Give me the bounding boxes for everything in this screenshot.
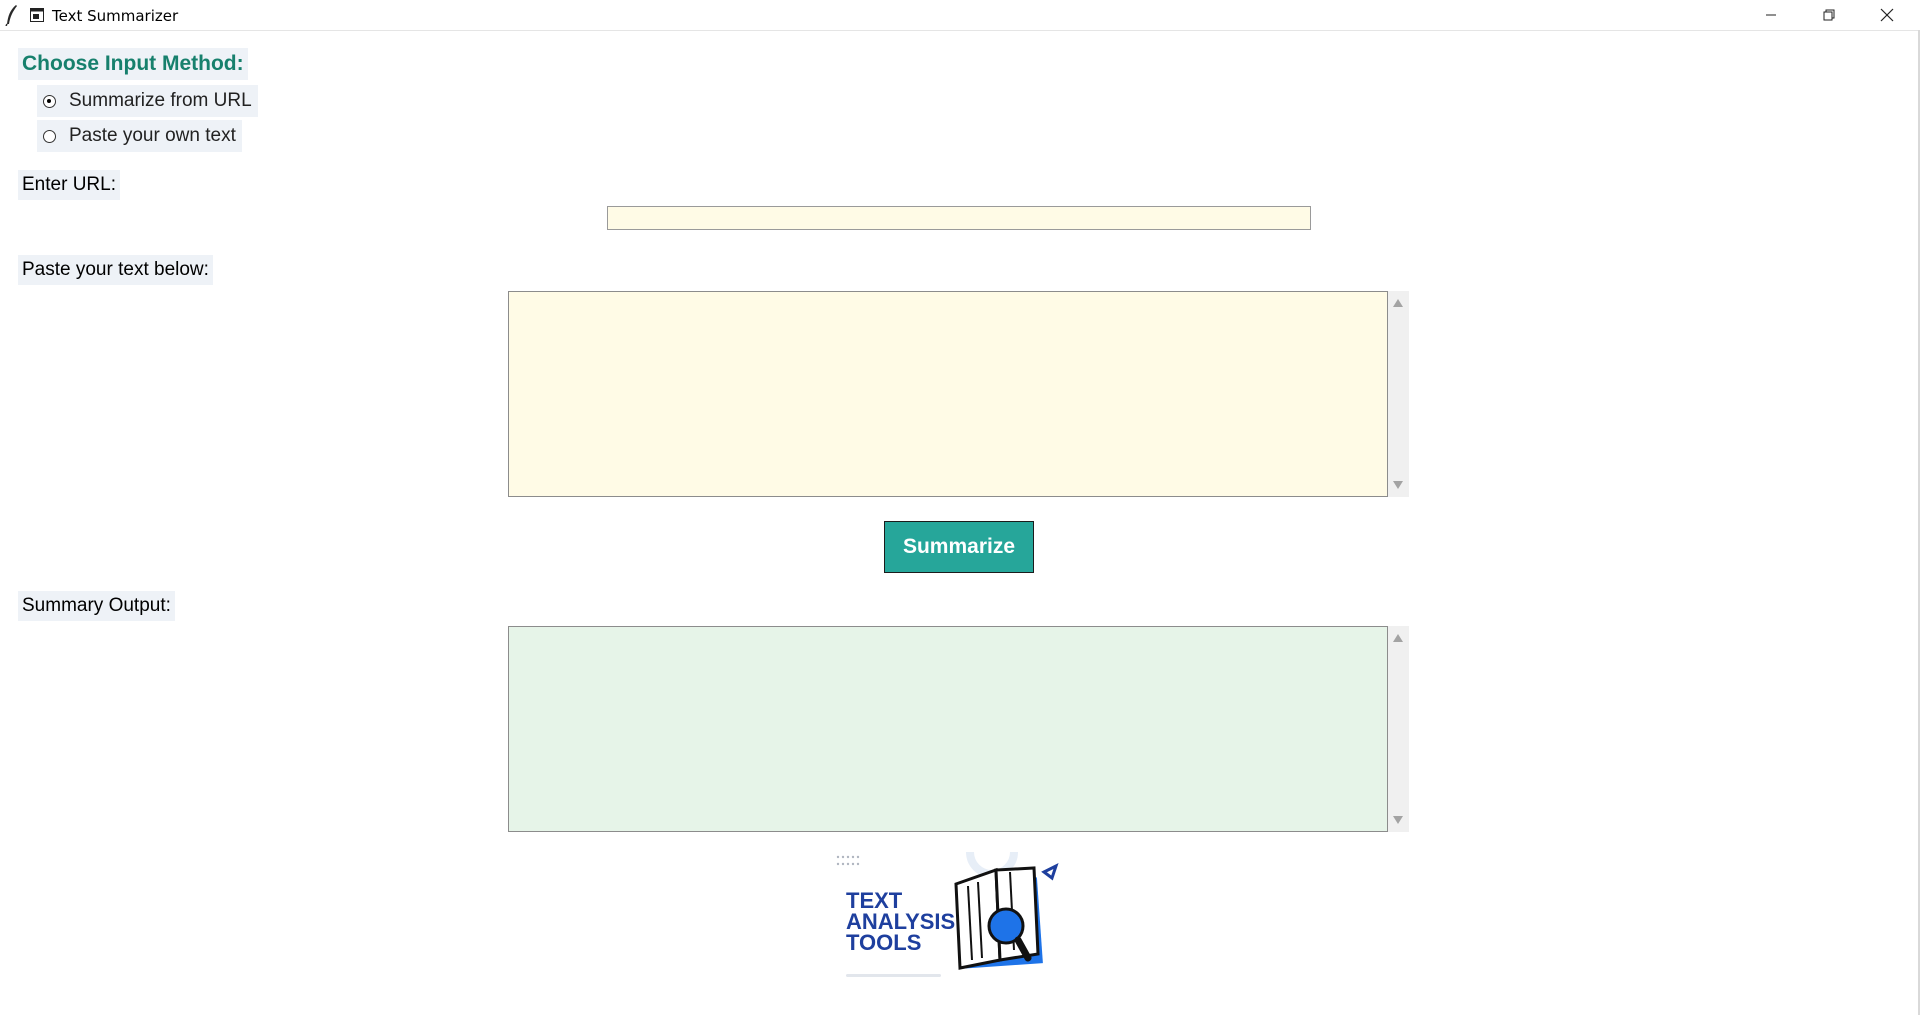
drag-handle-icon <box>836 855 860 866</box>
title-bar: Text Summarizer <box>0 0 1920 31</box>
text-analysis-tools-logo: TEXT ANALYSIS TOOLS <box>836 850 1086 980</box>
text-input[interactable] <box>508 291 1388 497</box>
radio-selected-icon[interactable] <box>43 94 56 108</box>
window-title: Text Summarizer <box>52 7 179 25</box>
summary-output-area <box>508 626 1409 832</box>
restore-icon <box>1823 9 1835 21</box>
radio-unselected-icon[interactable] <box>43 129 56 143</box>
logo-line: TEXT <box>846 888 903 913</box>
feather-icon <box>5 5 17 26</box>
scroll-down-icon[interactable] <box>1393 816 1403 824</box>
restore-button[interactable] <box>1800 0 1858 30</box>
logo-underline <box>846 974 941 977</box>
radio-summarize-url-label: Summarize from URL <box>69 90 252 111</box>
summary-output[interactable] <box>508 626 1388 832</box>
radio-summarize-url[interactable]: Summarize from URL <box>37 85 258 117</box>
url-input[interactable] <box>607 206 1311 230</box>
summary-output-label: Summary Output: <box>18 591 175 621</box>
url-label: Enter URL: <box>18 170 120 200</box>
minimize-icon <box>1766 14 1776 16</box>
window-icon <box>30 8 44 22</box>
text-input-scrollbar[interactable] <box>1388 291 1409 497</box>
paste-text-label: Paste your text below: <box>18 255 213 285</box>
minimize-button[interactable] <box>1742 0 1800 30</box>
radio-paste-text[interactable]: Paste your own text <box>37 120 242 152</box>
radio-paste-text-label: Paste your own text <box>69 125 236 146</box>
scroll-up-icon[interactable] <box>1393 299 1403 307</box>
logo-line: TOOLS <box>846 930 922 955</box>
text-input-area <box>508 291 1409 497</box>
scroll-down-icon[interactable] <box>1393 481 1403 489</box>
close-icon <box>1880 8 1894 22</box>
close-button[interactable] <box>1858 0 1916 30</box>
logo-text: TEXT ANALYSIS TOOLS <box>846 888 956 955</box>
summarize-button[interactable]: Summarize <box>884 521 1034 573</box>
book-magnifier-icon <box>954 851 1059 970</box>
scroll-up-icon[interactable] <box>1393 634 1403 642</box>
summary-output-scrollbar[interactable] <box>1388 626 1409 832</box>
logo-line: ANALYSIS <box>846 909 956 934</box>
input-method-heading: Choose Input Method: <box>18 48 248 80</box>
